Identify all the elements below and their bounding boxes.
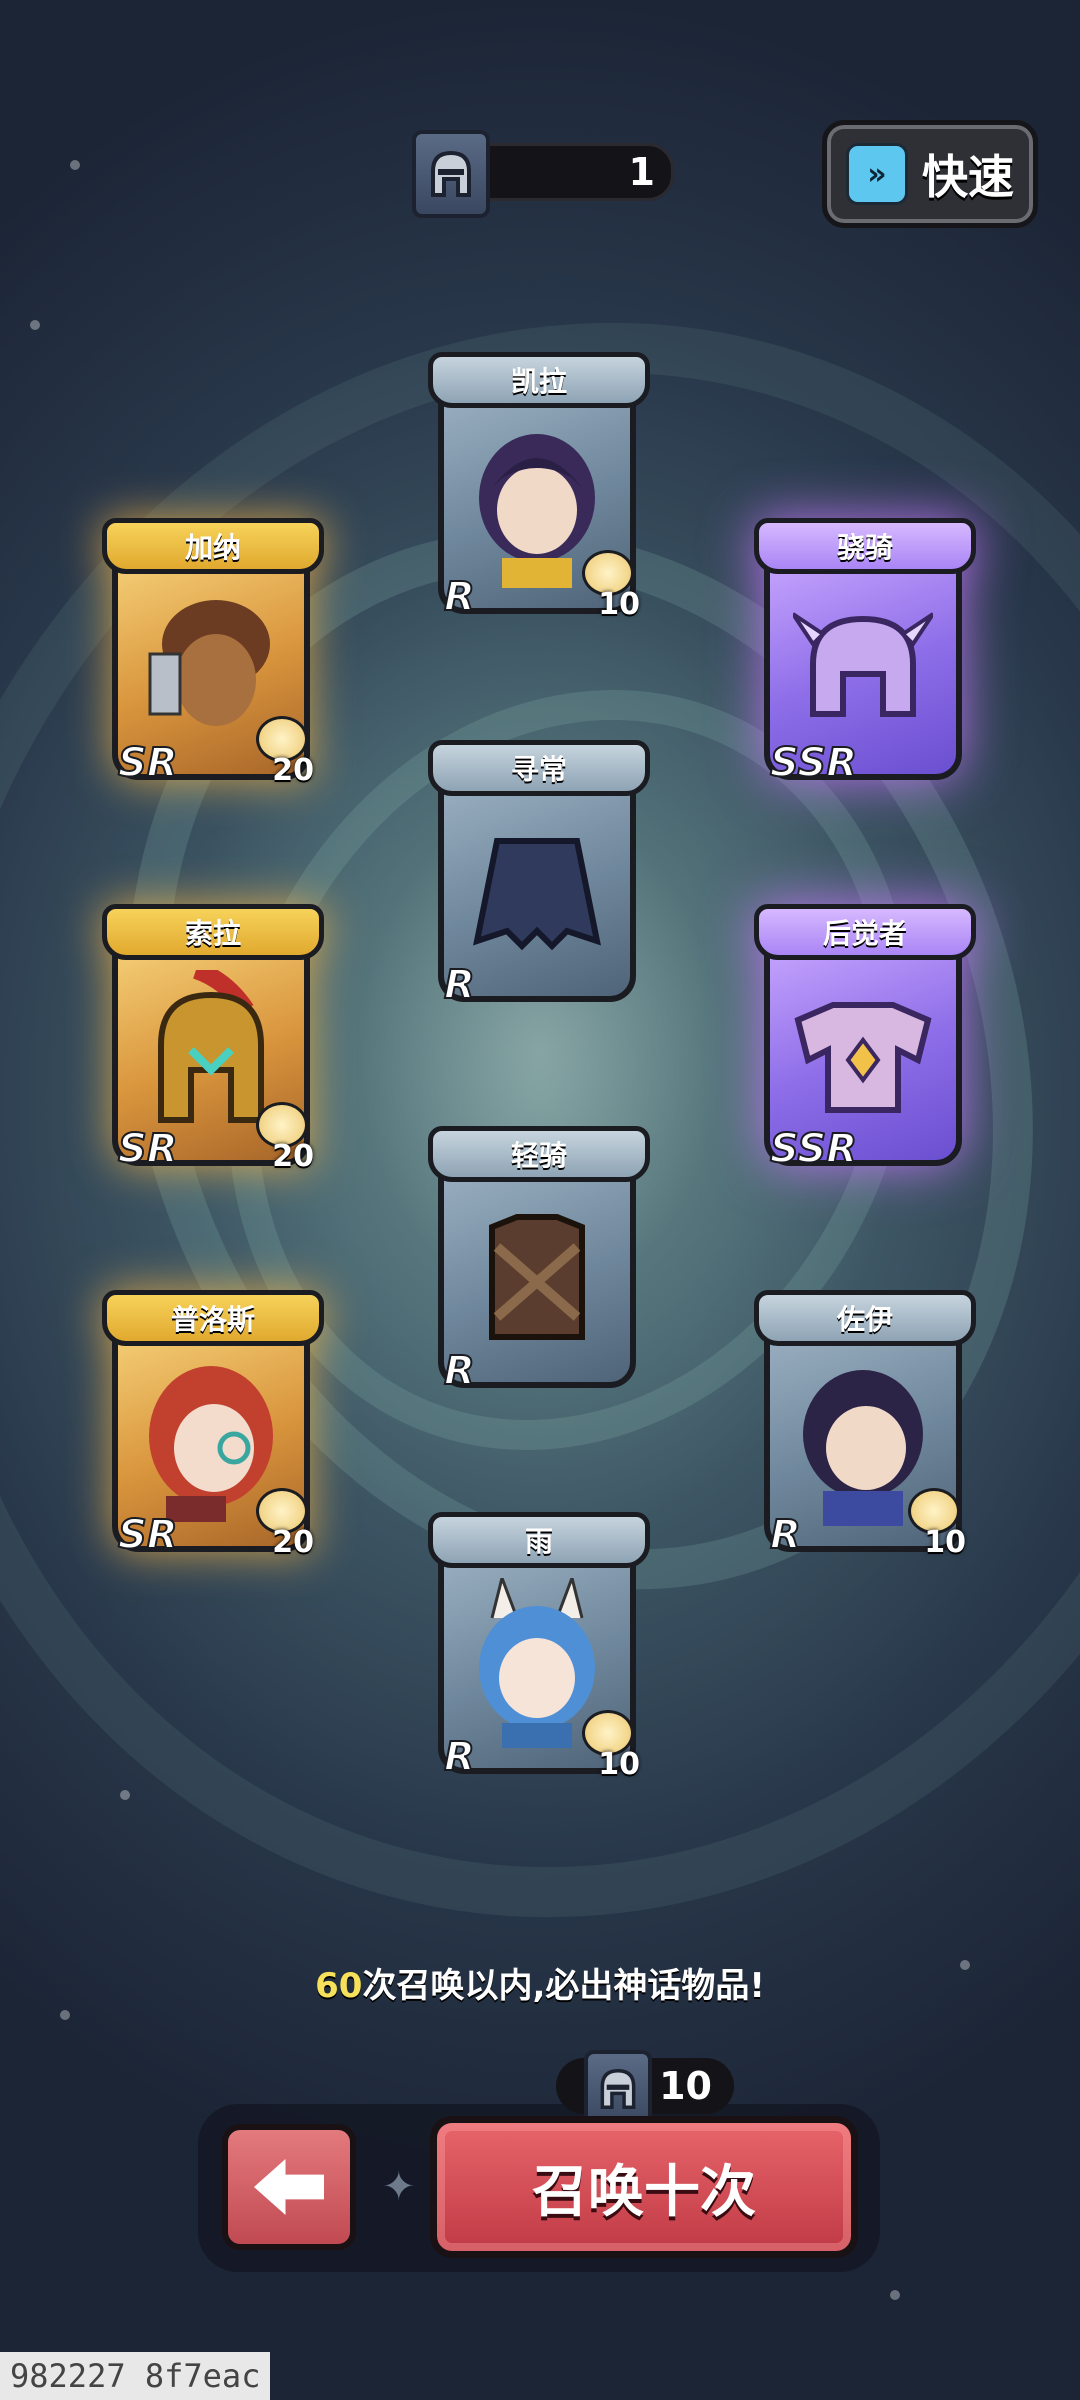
rarity-badge: SR <box>117 739 179 787</box>
shard-count: 20 <box>272 1525 314 1560</box>
pity-text: 次召唤以内,必出神话物品! <box>362 1966 765 2006</box>
summon-ticket-value: 1 <box>628 150 655 194</box>
card-name: 普洛斯 <box>102 1290 324 1346</box>
result-card[interactable]: 雨 R 10 <box>428 1500 650 1790</box>
rarity-badge: SR <box>117 1511 179 1559</box>
summon-ten-button[interactable]: 召唤十次 <box>430 2116 858 2258</box>
rarity-badge: R <box>769 1511 802 1559</box>
fast-forward-icon: » <box>846 143 908 205</box>
card-name: 索拉 <box>102 904 324 960</box>
back-arrow-icon <box>254 2159 324 2215</box>
result-card[interactable]: 后觉者 SSR <box>754 892 976 1182</box>
star-dot <box>70 160 80 170</box>
card-name: 佐伊 <box>754 1290 976 1346</box>
card-name: 寻常 <box>428 740 650 796</box>
vest-item-icon <box>467 1207 607 1351</box>
summon-cost-value: 10 <box>659 2064 712 2108</box>
result-card[interactable]: 佐伊 R 10 <box>754 1278 976 1568</box>
quick-label: 快速 <box>922 150 1014 204</box>
rarity-badge: R <box>443 961 476 1009</box>
rarity-badge: R <box>443 1347 476 1395</box>
card-name: 凯拉 <box>428 352 650 408</box>
helmet-item-icon <box>791 604 935 738</box>
star-dot <box>120 1790 130 1800</box>
star-dot <box>890 2290 900 2300</box>
quick-button[interactable]: » 快速 <box>822 120 1038 228</box>
rarity-badge: SSR <box>769 739 858 787</box>
result-card[interactable]: 骁骑 SSR <box>754 506 976 796</box>
shard-count: 10 <box>598 587 640 622</box>
rarity-badge: R <box>443 573 476 621</box>
result-card[interactable]: 凯拉 R 10 <box>428 340 650 630</box>
shard-count: 10 <box>598 1747 640 1782</box>
result-card[interactable]: 加纳 SR 20 <box>102 506 324 796</box>
pity-hint: 60次召唤以内,必出神话物品! <box>0 1958 1080 2007</box>
card-name: 雨 <box>428 1512 650 1568</box>
card-name: 加纳 <box>102 518 324 574</box>
armor-item-icon <box>788 990 938 1124</box>
sparkle-icon: ✦ <box>382 2164 416 2210</box>
star-dot <box>60 2010 70 2020</box>
rarity-badge: SSR <box>769 1125 858 1173</box>
summon-ten-label: 召唤十次 <box>532 2159 756 2225</box>
card-name: 轻骑 <box>428 1126 650 1182</box>
watermark: 982227 8f7eac <box>0 2352 271 2400</box>
result-card[interactable]: 普洛斯 SR 20 <box>102 1278 324 1568</box>
pity-count: 60 <box>315 1966 363 2006</box>
shard-count: 20 <box>272 1139 314 1174</box>
result-card[interactable]: 轻骑 R <box>428 1114 650 1404</box>
skirt-item-icon <box>467 826 607 960</box>
result-card[interactable]: 索拉 SR 20 <box>102 892 324 1182</box>
helmet-ticket-icon <box>412 130 490 218</box>
card-name: 后觉者 <box>754 904 976 960</box>
shard-count: 20 <box>272 753 314 788</box>
card-name: 骁骑 <box>754 518 976 574</box>
result-card[interactable]: 寻常 R <box>428 728 650 1018</box>
back-button[interactable] <box>222 2124 356 2250</box>
rarity-badge: R <box>443 1733 476 1781</box>
rarity-badge: SR <box>117 1125 179 1173</box>
star-dot <box>30 320 40 330</box>
shard-count: 10 <box>924 1525 966 1560</box>
